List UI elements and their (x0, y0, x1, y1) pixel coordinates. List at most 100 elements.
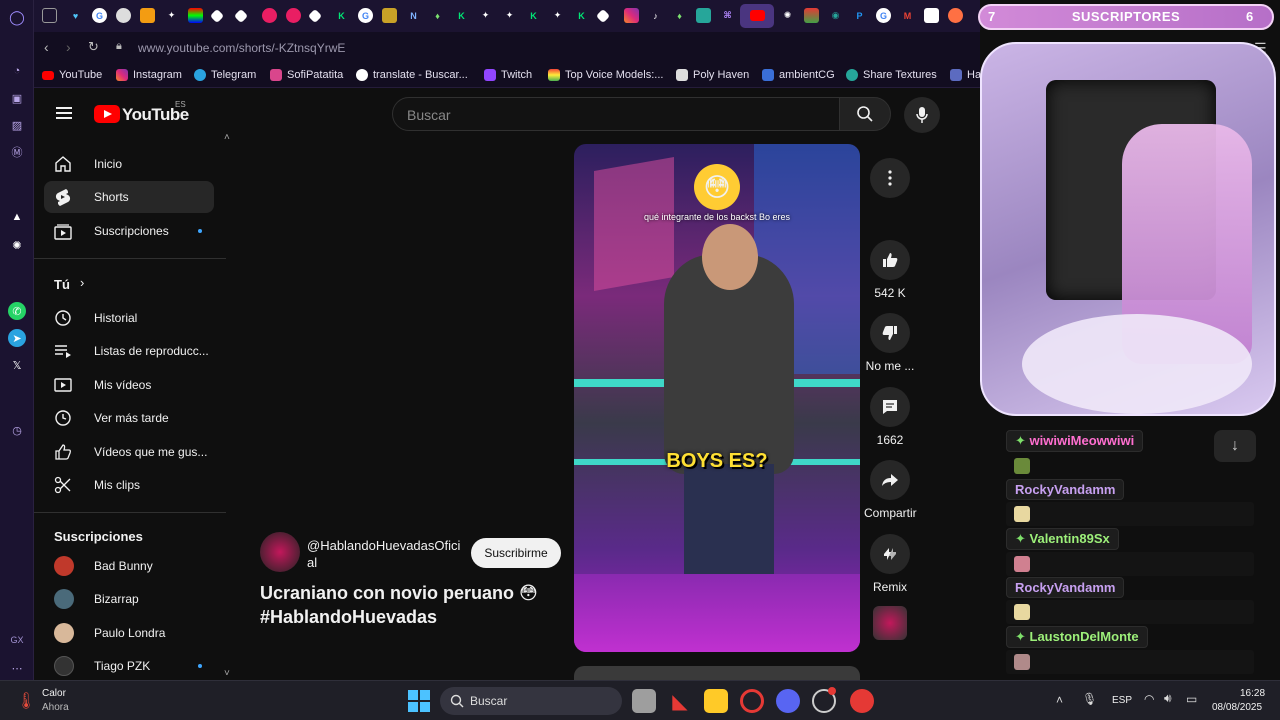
whatsapp-icon[interactable]: ✆ (8, 302, 26, 320)
aria-icon[interactable]: ◔ (8, 62, 26, 80)
tab-icon[interactable] (140, 8, 155, 23)
bookmark-youtube[interactable]: YouTube (42, 69, 102, 81)
mic-icon[interactable]: 🎙︎ (1082, 692, 1097, 706)
sub-paulo-londra[interactable]: Paulo Londra (44, 617, 214, 649)
messenger-icon[interactable]: Ⓜ (8, 143, 26, 161)
tab-icon[interactable]: ✦ (502, 8, 517, 23)
tab-icon[interactable]: ◉ (828, 8, 843, 23)
bookmark-share-textures[interactable]: Share Textures (846, 69, 937, 81)
scroll-down-icon[interactable]: ˅ (224, 668, 230, 679)
sub-tiago-pzk[interactable]: Tiago PZK (44, 650, 214, 680)
app-a-icon[interactable]: ▲ (8, 208, 26, 226)
nav-liked-videos[interactable]: Vídeos que me gus... (44, 436, 214, 468)
tab-icon[interactable] (804, 8, 819, 23)
short-title[interactable]: Ucraniano con novio peruano 😳 #HablandoH… (260, 581, 560, 629)
kick-tab-icon[interactable]: K (454, 8, 469, 23)
like-button[interactable]: 542 K (864, 240, 916, 300)
tab-icon[interactable]: P (852, 8, 867, 23)
tab-icon[interactable] (116, 8, 131, 23)
tab-icon[interactable] (382, 8, 397, 23)
tab-icon[interactable] (286, 8, 301, 23)
bookmark-telegram[interactable]: Telegram (194, 69, 256, 81)
tab-icon[interactable] (924, 8, 939, 23)
remix-button[interactable]: Remix (864, 534, 916, 594)
kick-tab-icon[interactable]: K (574, 8, 589, 23)
tab-icon[interactable] (233, 8, 249, 24)
share-button[interactable]: Compartir (864, 460, 917, 520)
tab-icon[interactable]: ♦ (672, 8, 687, 23)
tab-icon[interactable] (307, 8, 323, 24)
nav-shorts[interactable]: Shorts (44, 181, 214, 213)
nav-history[interactable]: Historial (44, 302, 214, 334)
nav-clips[interactable]: Mis clips (44, 469, 214, 501)
telegram-icon[interactable]: ➤ (8, 329, 26, 347)
tiktok-tab-icon[interactable]: ♪ (648, 8, 663, 23)
youtube-logo-icon[interactable] (94, 105, 120, 123)
tab-icon[interactable] (209, 8, 225, 24)
discord-icon[interactable] (776, 689, 800, 713)
gmail-tab-icon[interactable]: M (900, 8, 915, 23)
tab-icon[interactable]: ✦ (478, 8, 493, 23)
sound-thumbnail[interactable] (873, 606, 907, 640)
opera-logo-icon[interactable]: ◯ (8, 8, 26, 26)
nav-playlists[interactable]: Listas de reproducc... (44, 335, 214, 367)
voice-search-button[interactable] (904, 97, 940, 133)
windows-start-icon[interactable] (408, 690, 430, 712)
search-input[interactable]: Buscar (392, 97, 840, 131)
bookmark-translate[interactable]: translate - Buscar... (356, 69, 468, 81)
workspace-icon[interactable]: ▣ (8, 89, 26, 107)
pinboard-icon[interactable]: ▨ (8, 116, 26, 134)
thermometer-icon[interactable]: 🌡︎ (16, 691, 36, 711)
more-options-button[interactable] (864, 158, 916, 204)
tab-icon[interactable]: ⌘ (720, 8, 735, 23)
bookmark-ambientcg[interactable]: ambientCG (762, 69, 835, 81)
tab-icon[interactable]: ✺ (780, 8, 795, 23)
nav-subscriptions[interactable]: Suscripciones (44, 215, 214, 247)
sub-bizarrap[interactable]: Bizarrap (44, 583, 214, 615)
clock-date[interactable]: 08/08/2025 (1212, 702, 1262, 713)
forward-icon[interactable]: › (66, 39, 71, 55)
comments-button[interactable]: 1662 (864, 387, 916, 447)
dislike-button[interactable]: No me ... (864, 313, 916, 373)
tab-icon[interactable] (696, 8, 711, 23)
history-rail-icon[interactable]: ◷ (8, 421, 26, 439)
next-short-preview[interactable] (574, 666, 860, 680)
google-tab-icon[interactable]: G (92, 8, 107, 23)
nav-you[interactable]: Tú › (44, 268, 214, 300)
opera-icon[interactable] (740, 689, 764, 713)
battery-icon[interactable]: ▭ (1186, 692, 1197, 706)
kick-tab-icon[interactable]: K (334, 8, 349, 23)
kick-tab-icon[interactable]: K (526, 8, 541, 23)
tab-icon[interactable] (42, 8, 57, 23)
taskbar-search[interactable]: Buscar (440, 687, 622, 715)
bookmark-poly-haven[interactable]: Poly Haven (676, 69, 749, 81)
short-video-player[interactable]: 😳 qué integrante de los backst Bo eres B… (574, 144, 860, 652)
language-indicator[interactable]: ESP (1112, 695, 1132, 706)
instagram-tab-icon[interactable] (624, 8, 639, 23)
tab-icon[interactable]: ♥ (68, 8, 83, 23)
google-tab-icon[interactable]: G (876, 8, 891, 23)
x-icon[interactable]: 𝕏 (8, 356, 26, 374)
gx-icon[interactable]: GX (8, 631, 26, 649)
tab-icon[interactable] (188, 8, 203, 23)
bookmark-instagram[interactable]: Instagram (116, 69, 182, 81)
url-field[interactable]: www.youtube.com/shorts/-KZtnsqYrwE (138, 41, 345, 55)
nav-home[interactable]: Inicio (44, 148, 214, 180)
opera-gx-icon[interactable] (850, 689, 874, 713)
scroll-up-icon[interactable]: ˄ (224, 132, 230, 143)
subscribe-button[interactable]: Suscribirme (471, 538, 561, 568)
back-icon[interactable]: ‹ (44, 39, 49, 55)
search-button[interactable] (839, 97, 891, 131)
sub-bad-bunny[interactable]: Bad Bunny (44, 550, 214, 582)
wifi-icon[interactable]: ◠ (1144, 692, 1154, 706)
chatgpt-icon[interactable]: ✺ (8, 236, 26, 254)
file-explorer-icon[interactable] (704, 689, 728, 713)
tab-icon[interactable] (262, 8, 277, 23)
tab-icon[interactable]: ♦ (430, 8, 445, 23)
menu-icon[interactable] (56, 104, 72, 122)
channel-name[interactable]: @HablandoHuevadasOficial (307, 537, 467, 571)
tab-icon[interactable] (948, 8, 963, 23)
clock-time[interactable]: 16:28 (1240, 688, 1265, 699)
bookmark-ha[interactable]: Ha (950, 69, 981, 81)
tab-icon[interactable]: ✦ (550, 8, 565, 23)
